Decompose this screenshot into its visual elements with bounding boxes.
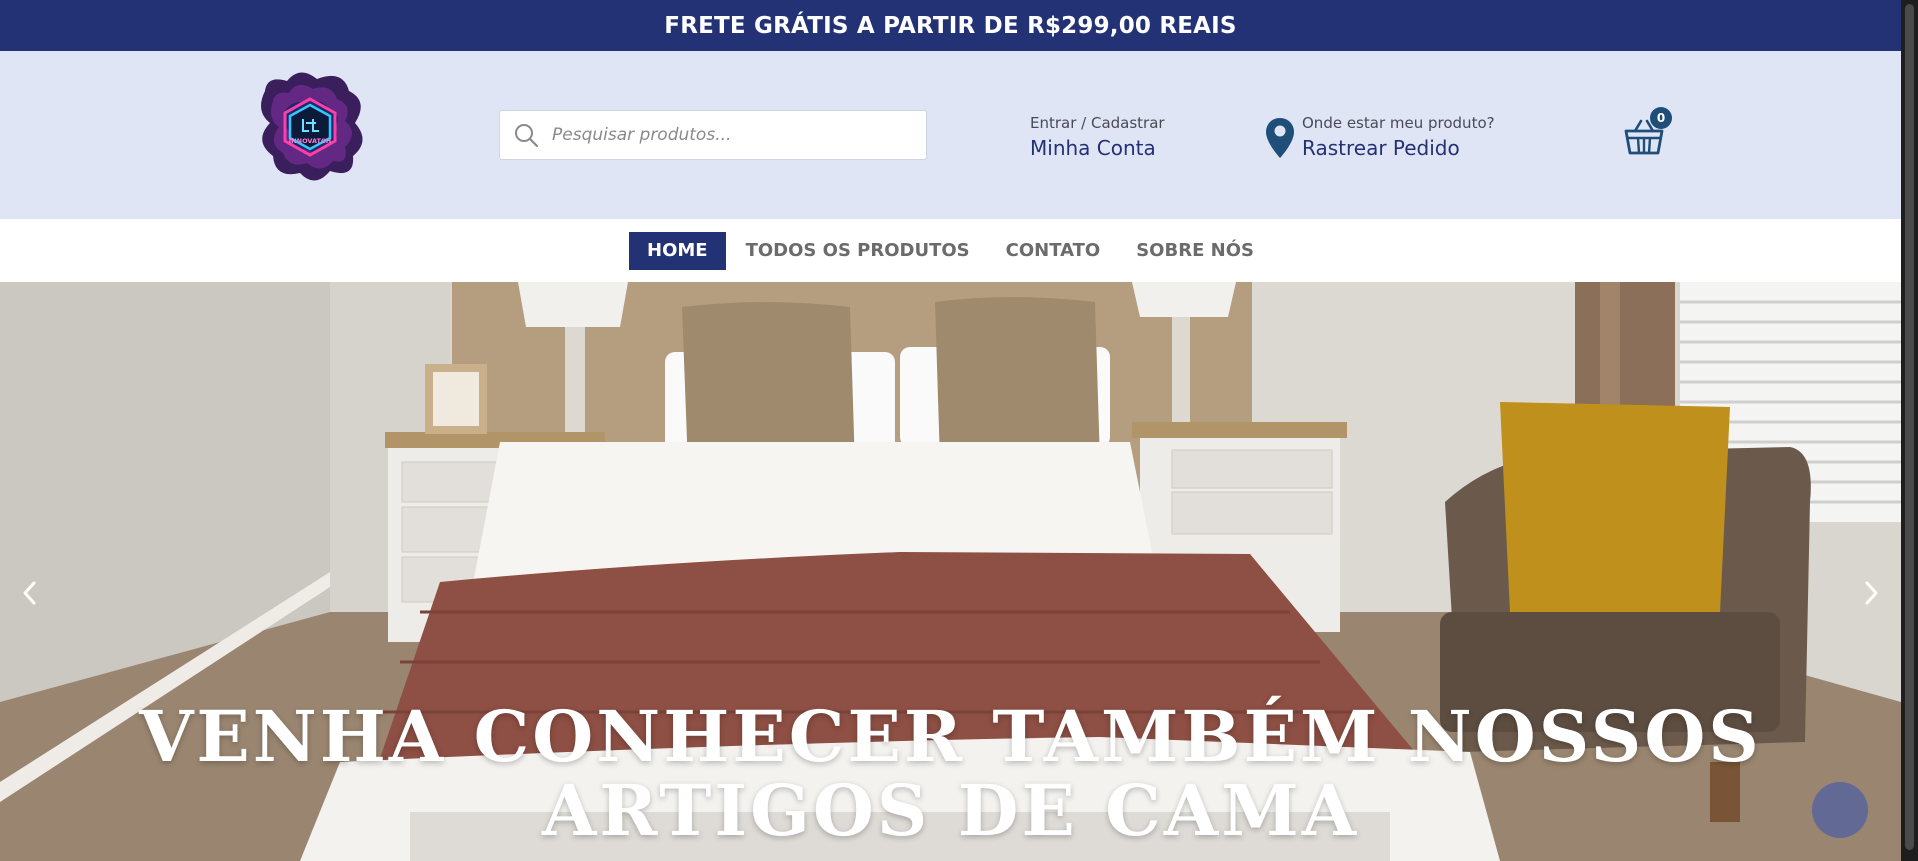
page-viewport: FRETE GRÁTIS A PARTIR DE R$299,00 REAIS …: [0, 0, 1901, 861]
site-logo[interactable]: INNOVATCH: [245, 61, 375, 191]
search-bar: [499, 110, 927, 160]
svg-text:INNOVATCH: INNOVATCH: [289, 137, 331, 145]
hero-slider: VENHA CONHECER TAMBÉM NOSSOS ARTIGOS DE …: [0, 282, 1901, 861]
chat-widget-button[interactable]: [1812, 782, 1868, 838]
track-subtitle: Onde estar meu produto?: [1302, 114, 1495, 132]
search-icon[interactable]: [500, 111, 552, 159]
scrollbar-thumb[interactable]: [1905, 4, 1914, 850]
location-pin-icon: [1266, 118, 1294, 158]
account-subtitle: Entrar / Cadastrar: [1030, 114, 1165, 132]
nav-item-all-products[interactable]: TODOS OS PRODUTOS: [728, 232, 988, 270]
cart-count-badge: 0: [1650, 107, 1672, 129]
chevron-left-icon[interactable]: [15, 578, 45, 608]
main-nav: HOME TODOS OS PRODUTOS CONTATO SOBRE NÓS: [0, 219, 1901, 282]
track-order-link[interactable]: Onde estar meu produto? Rastrear Pedido: [1264, 114, 1495, 160]
track-title[interactable]: Rastrear Pedido: [1302, 136, 1495, 160]
announcement-text: FRETE GRÁTIS A PARTIR DE R$299,00 REAIS: [664, 12, 1237, 39]
announcement-bar: FRETE GRÁTIS A PARTIR DE R$299,00 REAIS: [0, 0, 1901, 51]
site-header: INNOVATCH Entrar / Cadastrar Minha Conta: [0, 51, 1901, 219]
nav-item-about[interactable]: SOBRE NÓS: [1118, 232, 1272, 270]
page-scrollbar[interactable]: [1901, 0, 1918, 861]
hero-title-line-1: VENHA CONHECER TAMBÉM NOSSOS: [139, 695, 1762, 778]
account-title[interactable]: Minha Conta: [1030, 136, 1165, 160]
nav-item-contact[interactable]: CONTATO: [988, 232, 1119, 270]
hero-title: VENHA CONHECER TAMBÉM NOSSOS ARTIGOS DE …: [0, 700, 1901, 848]
search-input[interactable]: [552, 112, 926, 158]
hero-title-line-2: ARTIGOS DE CAMA: [541, 769, 1360, 852]
chevron-right-icon[interactable]: [1856, 578, 1886, 608]
account-link[interactable]: Entrar / Cadastrar Minha Conta: [1030, 114, 1165, 160]
nav-item-home[interactable]: HOME: [629, 231, 726, 270]
